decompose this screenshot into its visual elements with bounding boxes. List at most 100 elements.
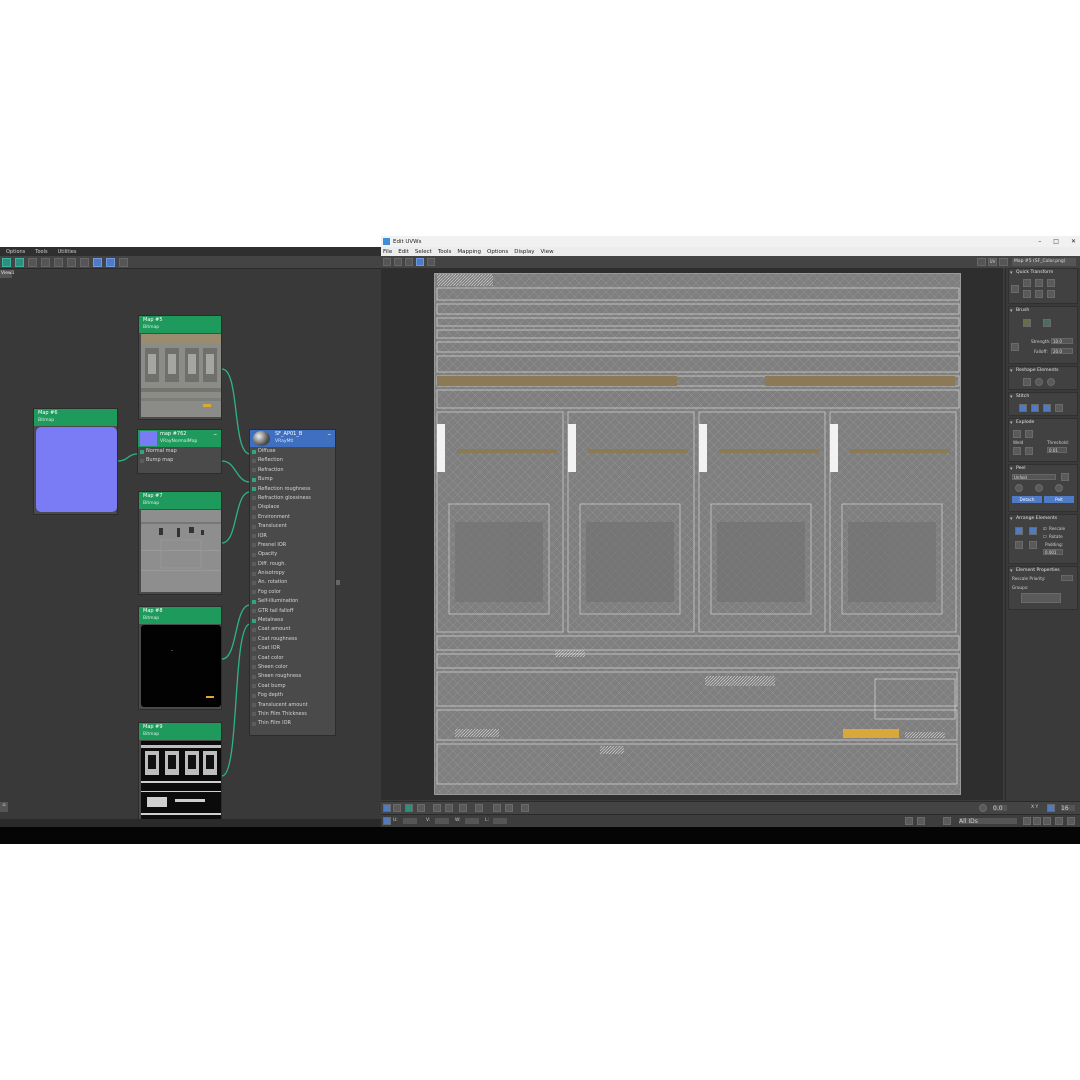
quick-peel-icon[interactable] [1015,484,1023,492]
stitch-target-icon[interactable] [1019,404,1027,412]
xy-axis-label[interactable]: X Y [1031,805,1038,810]
nav-tool-icon[interactable] [106,257,115,267]
ring-select-icon[interactable] [475,804,483,812]
navigator-icon[interactable]: ⌂ [0,802,8,812]
vertex-select-icon[interactable] [383,804,391,812]
paint-select-icon[interactable] [521,804,529,812]
zoom-icon[interactable] [1033,817,1041,825]
sphere-preview-icon[interactable] [15,257,24,267]
material-slot[interactable]: Self-illumination [250,597,335,606]
material-slot[interactable]: Coat amount [250,625,335,634]
relax-brush-icon[interactable] [1043,319,1051,327]
select-tool-icon[interactable] [93,257,102,267]
edge-loop-icon[interactable] [493,804,501,812]
material-slot[interactable]: Translucent [250,522,335,531]
menu-options[interactable]: Options [487,249,508,255]
help-icon[interactable] [1067,817,1075,825]
lscm-icon[interactable] [1055,484,1063,492]
checker-toggle-icon[interactable] [977,258,986,266]
menu-options[interactable]: Options [6,249,25,255]
pack-settings-icon[interactable] [1029,541,1037,549]
element-select-icon[interactable] [417,804,425,812]
material-slot[interactable]: Thin Film Thickness [250,710,335,719]
node-view-canvas[interactable]: Map #5 Bitmap Map #6 Bitmap map #762 VRayNo… [0,271,381,826]
material-slot[interactable]: Coat bump [250,682,335,691]
w-field[interactable] [465,818,479,824]
freeform-icon[interactable] [416,258,424,266]
zoom-region-icon[interactable] [1043,817,1051,825]
soft-select-icon[interactable] [979,804,987,812]
space-vertical-icon[interactable] [1035,290,1043,298]
grow-select-icon[interactable] [433,804,441,812]
soft-select-value[interactable]: 0.0 [993,805,1007,812]
material-slot[interactable]: Displace [250,503,335,512]
grid-value[interactable]: 16 [1061,805,1075,812]
texture-icon[interactable] [999,258,1008,266]
rollout-header[interactable]: Stitch [1009,393,1077,401]
slot-bump-map[interactable]: Bump map [138,456,221,465]
menu-view[interactable]: View [541,249,554,255]
material-id-dropdown[interactable]: All IDs [959,818,1017,825]
pelt-button[interactable]: Pelt [1044,496,1074,503]
material-slot[interactable]: Diffuse [250,447,335,456]
pack-custom-icon[interactable] [1015,541,1023,549]
material-slot[interactable]: GTR tail falloff [250,607,335,616]
material-slot[interactable]: Fog depth [250,691,335,700]
detach-button[interactable]: Detach [1012,496,1042,503]
absolute-mode-icon[interactable] [383,817,391,825]
lock-icon[interactable] [905,817,913,825]
output-socket[interactable] [336,580,340,585]
rollout-header[interactable]: Explode [1009,419,1077,427]
point-to-point-icon[interactable] [505,804,513,812]
weld-target-icon[interactable] [1013,447,1021,455]
checker-icon[interactable] [28,257,37,267]
node-map6[interactable]: Map #6 Bitmap [33,408,118,515]
strength-spinner[interactable]: 10.0 [1051,338,1073,344]
stitch-source-icon[interactable] [1043,404,1051,412]
material-slot[interactable]: IOR [250,532,335,541]
menu-edit[interactable]: Edit [398,249,409,255]
pick-material-icon[interactable] [2,257,11,267]
break-icon[interactable] [1013,430,1021,438]
weld-selected-icon[interactable] [1025,447,1033,455]
rollout-header[interactable]: Quick Transform [1009,269,1077,277]
falloff-spinner[interactable]: 20.0 [1051,348,1073,354]
material-slot[interactable]: An. rotation [250,578,335,587]
material-slot[interactable]: Fresnel IOR [250,541,335,550]
rescale-checkbox[interactable]: ☑ [1043,526,1047,531]
rotate-checkbox[interactable]: ☐ [1043,534,1047,539]
material-slot[interactable]: Reflection roughness [250,485,335,494]
padding-spinner[interactable]: 0.001 [1043,549,1063,555]
move-icon[interactable] [383,258,391,266]
uv-mode-label[interactable]: UV [988,258,997,266]
node-map9[interactable]: Map #9 Bitmap [138,722,222,826]
material-slot[interactable]: Coat color [250,654,335,663]
relax-settings-icon[interactable] [1047,378,1055,386]
rescale-priority-spinner[interactable] [1061,575,1073,581]
pack-normalize-icon[interactable] [1015,527,1023,535]
relax-icon[interactable] [1035,378,1043,386]
menu-utilities[interactable]: Utilities [58,249,77,255]
v-field[interactable] [435,818,449,824]
peel-mode-dropdown[interactable]: Unfold [1012,474,1056,480]
menu-display[interactable]: Display [514,249,534,255]
align-vertical-icon[interactable] [1035,279,1043,287]
u-field[interactable] [403,818,417,824]
menu-file[interactable]: File [383,249,392,255]
material-slot[interactable]: Metalness [250,616,335,625]
scale-icon[interactable] [405,258,413,266]
material-slot[interactable]: Refraction [250,466,335,475]
l-field[interactable] [493,818,507,824]
menu-tools[interactable]: Tools [35,249,47,255]
show-map-icon[interactable] [54,257,63,267]
collapse-icon[interactable]: – [328,430,332,438]
material-slot[interactable]: Sheen roughness [250,672,335,681]
pack-together-icon[interactable] [1029,527,1037,535]
loop-select-icon[interactable] [459,804,467,812]
layout-all-icon[interactable] [80,257,89,267]
grid-snap-icon[interactable] [1047,804,1055,812]
material-slot[interactable]: Diff. rough. [250,560,335,569]
node-map762[interactable]: map #762 VRayNormalMap – Normal map Bump … [137,429,222,474]
pan-icon[interactable] [1023,817,1031,825]
slot-normal-map[interactable]: Normal map [138,447,221,456]
